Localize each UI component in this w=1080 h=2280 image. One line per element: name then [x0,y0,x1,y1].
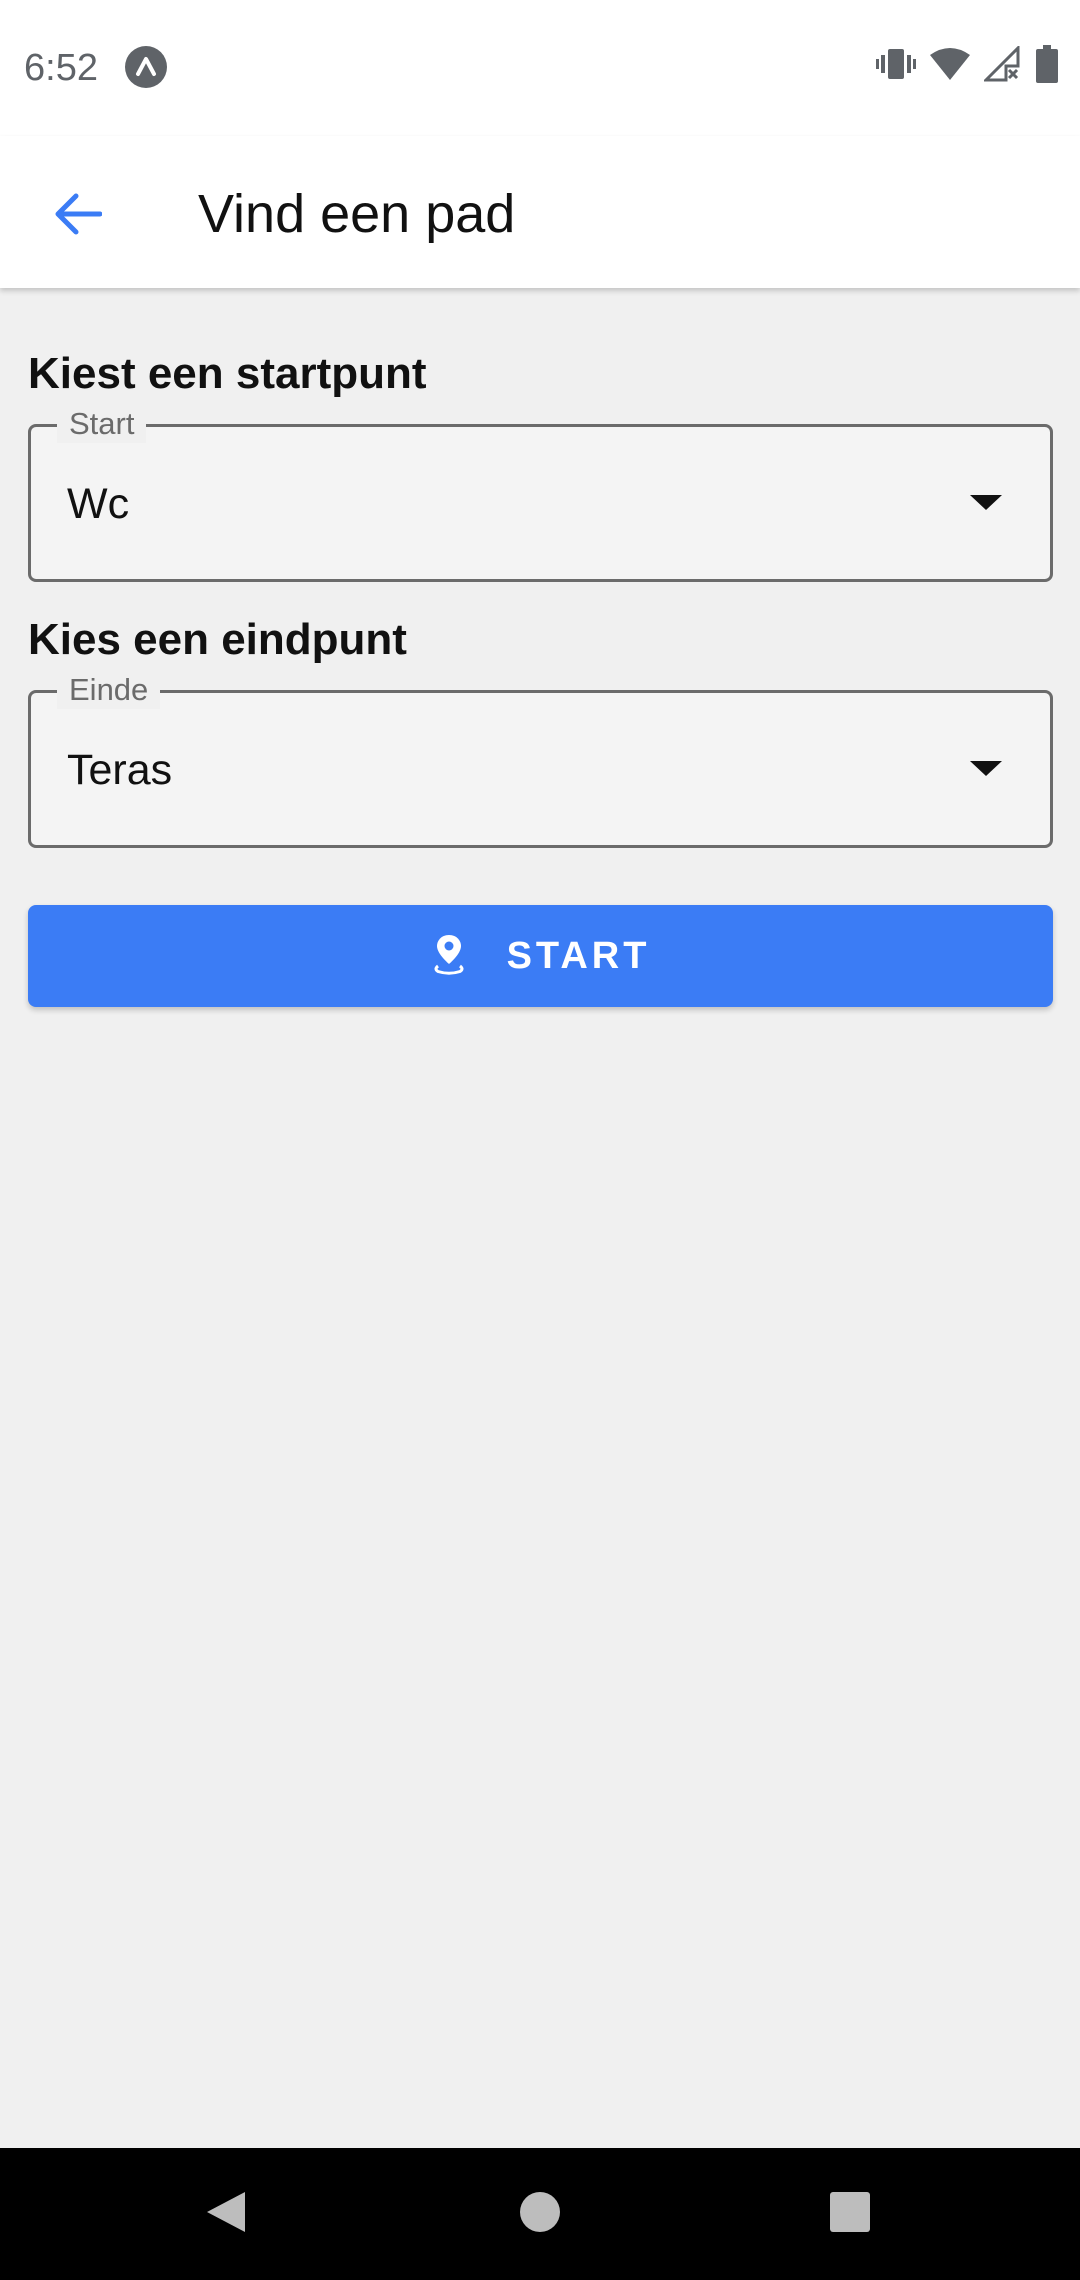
page-title: Vind een pad [198,184,516,244]
status-bar: 6:52 [0,0,1080,136]
vibrate-icon [876,46,916,87]
start-field-label: Start [57,405,147,443]
status-icons [876,43,1058,88]
recents-square-icon [828,2190,872,2239]
end-selected-value: Teras [67,746,173,794]
nav-back-button[interactable] [184,2172,268,2256]
home-circle-icon [518,2190,562,2239]
app-notification-icon [125,46,167,88]
chevron-down-icon [970,761,1002,776]
status-time: 6:52 [24,47,98,89]
back-triangle-icon [203,2188,249,2241]
end-section-heading: Kies een eindpunt [28,615,407,664]
end-field-label: Einde [57,671,161,709]
chevron-down-icon [970,495,1002,510]
app-bar: Vind een pad [0,136,1080,288]
nav-recents-button[interactable] [808,2172,892,2256]
wifi-icon [930,47,970,86]
cellular-no-signal-icon [982,43,1022,87]
navigation-bar [0,2148,1080,2280]
battery-icon [1036,44,1058,88]
start-button[interactable]: START [28,905,1053,1007]
location-pin-icon [431,933,467,980]
start-section-heading: Kiest een startpunt [28,349,427,398]
end-select[interactable]: Einde Teras [28,671,1053,848]
start-button-label: START [506,934,651,977]
nav-home-button[interactable] [498,2172,582,2256]
arrow-back-icon [54,192,103,241]
back-button[interactable] [40,178,116,254]
start-select[interactable]: Start Wc [28,405,1053,582]
start-selected-value: Wc [67,480,130,528]
